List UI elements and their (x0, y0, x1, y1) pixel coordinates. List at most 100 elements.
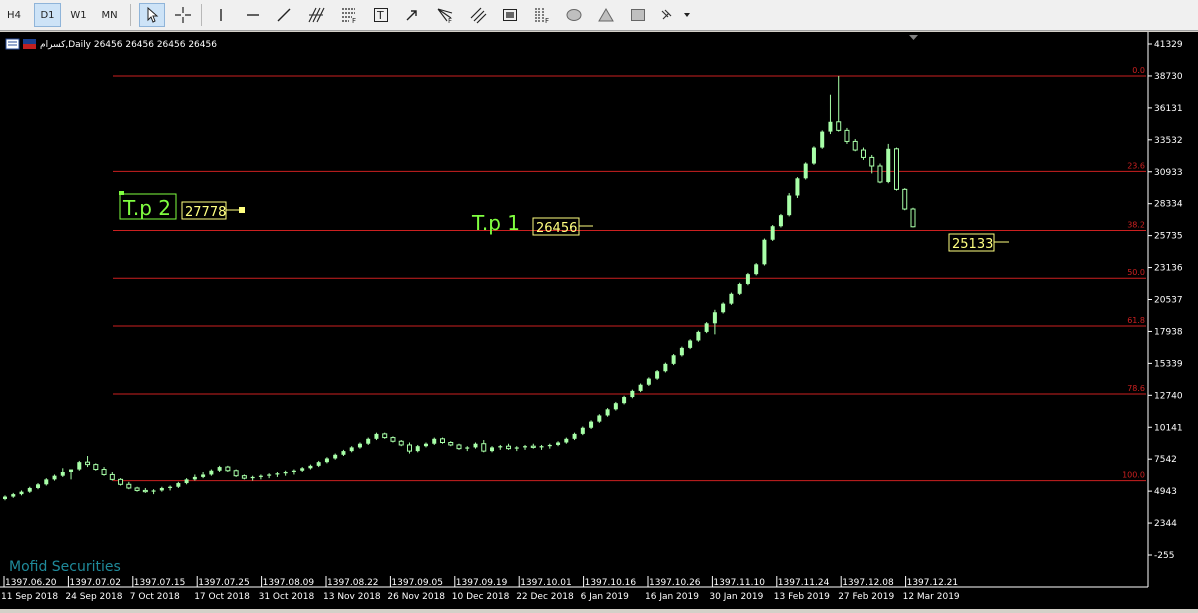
candle-body (201, 474, 206, 477)
timeframe-h4-button[interactable]: H4 (3, 3, 25, 27)
candle-body (762, 239, 767, 265)
candle-body (448, 441, 454, 446)
candle-body (547, 444, 552, 447)
candle-body (572, 433, 577, 439)
candle-body (27, 487, 32, 492)
candle-body (729, 293, 734, 304)
tp2-anchor-handle[interactable] (239, 207, 245, 213)
toolbar-separator (201, 4, 202, 26)
symbol-flag-icon-stripe (23, 44, 36, 49)
candle-body (398, 440, 404, 446)
fib-level-label: 0.0 (1132, 66, 1145, 75)
candle-body (473, 443, 478, 448)
timeframe-mn-button[interactable]: MN (96, 3, 123, 27)
candle-body (530, 445, 536, 448)
timeframe-w1-button[interactable]: W1 (65, 3, 92, 27)
candle-body (679, 347, 684, 356)
candle-body (19, 491, 24, 495)
candle-body (869, 156, 875, 167)
rectangle-icon[interactable] (625, 3, 651, 27)
equidistant-channel-icon[interactable] (465, 3, 491, 27)
candle-body (770, 226, 775, 240)
price-tick-label: 28334 (1154, 200, 1183, 210)
candle-body (151, 490, 156, 492)
chart-window-icon (5, 38, 20, 50)
candle-body (69, 469, 74, 472)
text-label-icon[interactable]: T (368, 3, 394, 27)
vertical-line-icon[interactable] (208, 3, 234, 27)
candle-body (893, 148, 899, 190)
crosshair-icon[interactable] (170, 3, 196, 27)
candle-body (159, 487, 164, 491)
candle-body (333, 454, 338, 459)
candle-body (877, 165, 883, 183)
candle-body (721, 303, 726, 313)
time-label-jalali: 1397.06.20 (5, 578, 57, 588)
candle-body (754, 264, 759, 275)
candle-body (589, 421, 594, 428)
candle-body (902, 188, 908, 210)
candle-body (241, 475, 247, 479)
candle-body (811, 147, 816, 164)
price-tick-label: 12740 (1154, 391, 1183, 401)
time-label-jalali: 1397.12.08 (842, 578, 894, 588)
candle-body (498, 446, 503, 448)
tp1-label: T.p 1 (471, 211, 520, 235)
current-value: 25133 (952, 237, 993, 252)
candle-body (11, 494, 16, 497)
tp2-label: T.p 2 (122, 196, 171, 220)
candle-body (60, 471, 65, 476)
ellipse-icon[interactable] (561, 3, 587, 27)
candle-body (324, 458, 329, 463)
time-label-jalali: 1397.08.09 (263, 578, 315, 588)
time-label-gregorian: 30 Jan 2019 (709, 592, 763, 602)
candle-body (52, 475, 57, 480)
svg-text:F: F (448, 17, 452, 24)
fibonacci-timezones-icon[interactable]: F (529, 3, 555, 27)
arrow-icon[interactable] (399, 3, 425, 27)
andrews-pitchfork-icon[interactable] (303, 3, 329, 27)
triangle-icon[interactable] (593, 3, 619, 27)
chart-window[interactable]: کسرام,Daily 26456 26456 26456 26456 0.0 2… (0, 32, 1198, 609)
candle-body (366, 438, 371, 444)
candle-body (514, 447, 519, 449)
screenshot-icon[interactable] (497, 3, 523, 27)
fib-level-label: 78.6 (1127, 384, 1145, 393)
candle-body (860, 149, 866, 158)
candle-body (787, 195, 792, 216)
candle-body (737, 283, 742, 294)
candle-body (349, 447, 354, 452)
candle-body (209, 470, 214, 475)
time-label-gregorian: 31 Oct 2018 (259, 592, 315, 602)
candle-body (176, 483, 181, 487)
timeframe-d1-button[interactable]: D1 (34, 3, 61, 27)
candle-body (36, 484, 41, 488)
more-tools-icon[interactable] (657, 3, 693, 27)
candle-body (44, 479, 49, 485)
cursor-icon[interactable] (139, 3, 165, 27)
trendline-icon[interactable] (271, 3, 297, 27)
candle-body (622, 397, 627, 404)
candle-body (564, 438, 569, 443)
candle-body (456, 444, 462, 450)
fibonacci-fan-icon[interactable]: F (432, 3, 458, 27)
time-label-gregorian: 6 Jan 2019 (581, 592, 629, 602)
fibonacci-retracement-icon[interactable]: F (336, 3, 362, 27)
candle-body (844, 129, 850, 142)
time-label-jalali: 1397.10.16 (585, 578, 637, 588)
svg-text:F: F (545, 17, 549, 24)
svg-text:F: F (352, 17, 356, 24)
candle-body (745, 274, 750, 284)
price-chart[interactable]: کسرام,Daily 26456 26456 26456 26456 0.0 2… (0, 32, 1198, 609)
candle-body (300, 468, 305, 471)
candle-body (316, 462, 321, 466)
price-tick-label: 23136 (1154, 264, 1183, 274)
time-label-gregorian: 12 Mar 2019 (903, 592, 960, 602)
candle-body (630, 390, 635, 398)
tp2-anchor-point[interactable] (119, 191, 124, 195)
candle-body (267, 474, 272, 476)
candle-body (712, 312, 717, 324)
horizontal-line-icon[interactable] (240, 3, 266, 27)
time-label-gregorian: 11 Sep 2018 (1, 592, 58, 602)
time-label-gregorian: 10 Dec 2018 (452, 592, 510, 602)
